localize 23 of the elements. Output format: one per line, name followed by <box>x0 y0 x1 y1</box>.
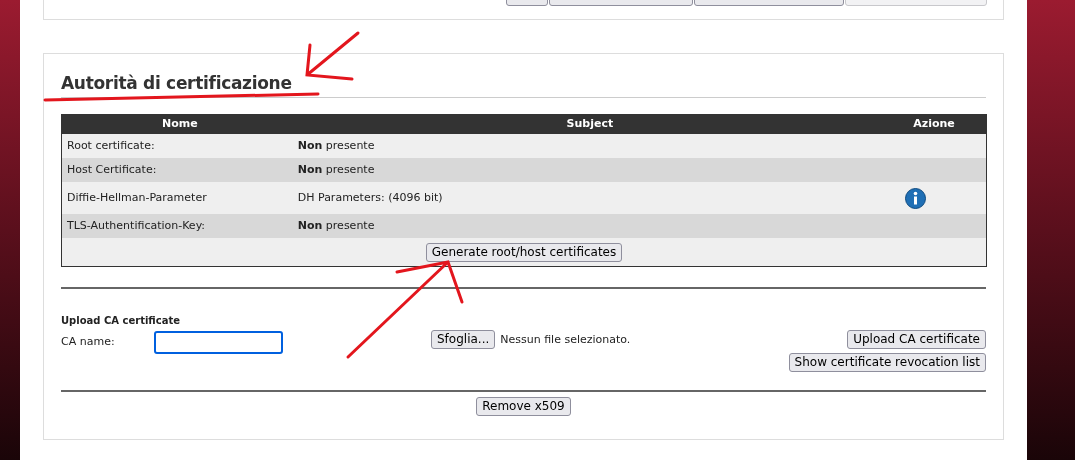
table-cell: DH Parameters: (4096 bit) <box>297 190 443 204</box>
column-header: Subject <box>565 116 615 133</box>
browse-button[interactable]: Sfoglia... <box>431 330 496 349</box>
field-label: CA name: <box>61 334 116 351</box>
table-cell: Diffie-Hellman-Parameter <box>67 190 207 204</box>
section-title: Autorità di certificazione <box>61 72 293 95</box>
table-cell: Root certificate: <box>67 138 155 152</box>
remove-button[interactable]: Remove x509 <box>476 397 571 416</box>
input-field[interactable] <box>154 331 283 354</box>
column-header: Azione <box>912 116 956 133</box>
annotation-arrow <box>305 31 360 81</box>
table-cell: Non presente <box>297 162 375 176</box>
info-icon[interactable] <box>905 187 927 209</box>
column-header: Nome <box>161 116 199 133</box>
table-cell: Non presente <box>297 218 375 232</box>
revocation-list-button[interactable]: Show certificate revocation list <box>788 353 986 372</box>
generate-button[interactable]: Generate root/host certificates <box>425 242 623 262</box>
upload-button[interactable]: Upload CA certificate <box>847 330 986 349</box>
file-status: Nessun file selezionato. <box>500 332 631 348</box>
table-cell: TLS-Authentification-Key: <box>67 218 206 232</box>
table-cell: Non presente <box>297 138 375 152</box>
table-cell: Host Certificate: <box>67 162 157 176</box>
upload-title: Upload CA certificate <box>61 314 182 328</box>
